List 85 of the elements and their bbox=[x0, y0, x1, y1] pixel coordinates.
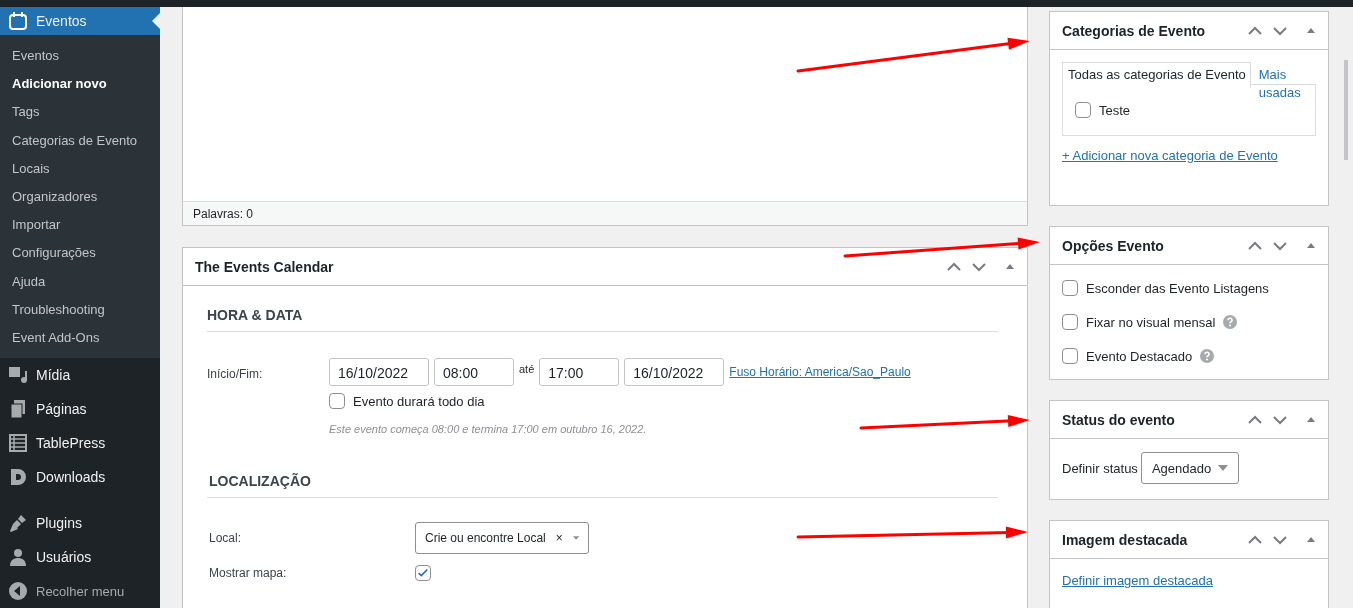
collapse-toggle-icon[interactable] bbox=[1306, 416, 1316, 423]
checkbox-label: Evento durará todo dia bbox=[353, 393, 485, 409]
sidebar-menu-item[interactable]: Downloads bbox=[0, 460, 160, 495]
collapse-toggle-icon[interactable] bbox=[1306, 27, 1316, 34]
media-icon bbox=[8, 365, 28, 386]
category-tab[interactable]: Mais usadas bbox=[1258, 62, 1303, 102]
move-up-icon[interactable] bbox=[1248, 534, 1262, 545]
dropdown-arrow-icon bbox=[572, 535, 579, 541]
letter-d-icon bbox=[8, 467, 28, 488]
move-down-icon[interactable] bbox=[1273, 414, 1287, 425]
word-count: Palavras: 0 bbox=[193, 206, 254, 221]
submenu-item[interactable]: Tags bbox=[0, 98, 160, 127]
table-icon bbox=[8, 433, 28, 454]
move-down-icon[interactable] bbox=[1273, 534, 1287, 545]
submenu-item[interactable]: Configurações bbox=[0, 239, 160, 268]
date-input[interactable]: 16/10/2022 bbox=[329, 358, 429, 386]
move-up-icon[interactable] bbox=[1248, 240, 1262, 251]
panel-title: Status do evento bbox=[1062, 411, 1175, 428]
timezone-link[interactable]: Fuso Horário: America/Sao_Paulo bbox=[729, 365, 911, 379]
move-up-icon[interactable] bbox=[1248, 25, 1262, 36]
calendar-icon bbox=[8, 11, 28, 31]
collapse-icon bbox=[8, 581, 28, 602]
add-category-link[interactable]: + Adicionar nova categoria de Evento bbox=[1062, 148, 1316, 163]
set-featured-image-link[interactable]: Definir imagem destacada bbox=[1062, 573, 1214, 588]
submenu-item[interactable]: Organizadores bbox=[0, 182, 160, 212]
separator-text: até bbox=[519, 363, 535, 377]
panel-title: Opções Evento bbox=[1062, 237, 1164, 254]
move-down-icon[interactable] bbox=[972, 261, 986, 272]
submenu-item[interactable]: Event Add-Ons bbox=[0, 323, 160, 353]
status-select[interactable]: Agendado bbox=[1140, 452, 1239, 484]
checkmark-icon bbox=[416, 566, 430, 580]
field-label: Definir status bbox=[1062, 460, 1138, 476]
sidebar-menu-item[interactable]: Eventos bbox=[0, 7, 160, 35]
time-input[interactable]: 08:00 bbox=[434, 358, 514, 386]
dropdown-arrow-icon bbox=[1217, 465, 1228, 471]
checkbox-label: Fixar no visual mensal bbox=[1086, 314, 1216, 330]
submenu-item[interactable]: Locais bbox=[0, 154, 160, 183]
sidebar-menu-item[interactable]: Usuários bbox=[0, 540, 160, 575]
sidebar-menu-item[interactable]: Mídia bbox=[0, 358, 160, 393]
user-icon bbox=[8, 547, 28, 568]
checkbox-label: Teste bbox=[1099, 102, 1131, 118]
checkbox-label: Esconder das Evento Listagens bbox=[1086, 280, 1269, 296]
submenu-item[interactable]: Ajuda bbox=[0, 267, 160, 296]
move-down-icon[interactable] bbox=[1273, 25, 1287, 36]
checkbox[interactable] bbox=[1062, 280, 1078, 296]
submenu-item[interactable]: Categorias de Evento bbox=[0, 126, 160, 155]
time-input[interactable]: 17:00 bbox=[539, 358, 620, 386]
checkbox[interactable] bbox=[329, 393, 345, 409]
help-icon[interactable] bbox=[1223, 315, 1238, 329]
submenu-item[interactable]: Troubleshooting bbox=[0, 295, 160, 324]
sidebar-menu-item[interactable]: Plugins bbox=[0, 506, 160, 541]
collapse-toggle-icon[interactable] bbox=[1306, 536, 1316, 543]
move-down-icon[interactable] bbox=[1273, 240, 1287, 251]
collapse-toggle-icon[interactable] bbox=[1306, 242, 1316, 249]
move-up-icon[interactable] bbox=[1248, 414, 1262, 425]
field-label: Início/Fim: bbox=[207, 366, 264, 383]
checkbox[interactable] bbox=[1062, 348, 1078, 364]
scrollbar-thumb[interactable] bbox=[1344, 60, 1348, 160]
submenu-item[interactable]: Adicionar novo bbox=[0, 70, 160, 99]
checkbox[interactable] bbox=[415, 565, 431, 581]
clear-button[interactable]: × bbox=[555, 531, 563, 545]
panel-title: The Events Calendar bbox=[195, 258, 334, 275]
checkbox[interactable] bbox=[1075, 102, 1091, 118]
submenu-item[interactable]: Eventos bbox=[0, 42, 160, 71]
submenu-item[interactable]: Importar bbox=[0, 211, 160, 240]
section-heading: HORA & DATA bbox=[207, 286, 998, 332]
panel-title: Imagem destacada bbox=[1062, 531, 1188, 548]
sidebar-menu-item[interactable]: TablePress bbox=[0, 426, 160, 461]
checkbox[interactable] bbox=[1062, 314, 1078, 330]
move-up-icon[interactable] bbox=[947, 261, 961, 272]
field-label: Mostrar mapa: bbox=[208, 566, 288, 580]
field-label: Local: bbox=[208, 531, 243, 545]
venue-select[interactable]: Crie ou encontre Local × bbox=[415, 522, 589, 554]
date-input[interactable]: 16/10/2022 bbox=[624, 358, 725, 386]
category-tab[interactable]: Todas as categorias de Evento bbox=[1062, 62, 1251, 88]
panel-title: Categorias de Evento bbox=[1062, 22, 1206, 39]
collapse-toggle-icon[interactable] bbox=[1005, 263, 1015, 270]
pages-icon bbox=[8, 399, 28, 420]
event-summary: Este evento começa 08:00 e termina 17:00 em outubro 16, 2022. bbox=[329, 423, 648, 435]
plug-icon bbox=[8, 513, 28, 534]
help-icon[interactable] bbox=[1200, 349, 1215, 363]
checkbox-label: Evento Destacado bbox=[1086, 348, 1193, 364]
sidebar-menu-item[interactable]: Páginas bbox=[0, 392, 160, 427]
collapse-menu-button[interactable]: Recolher menu bbox=[0, 574, 160, 608]
section-heading: LOCALIZAÇÃO bbox=[207, 463, 998, 498]
